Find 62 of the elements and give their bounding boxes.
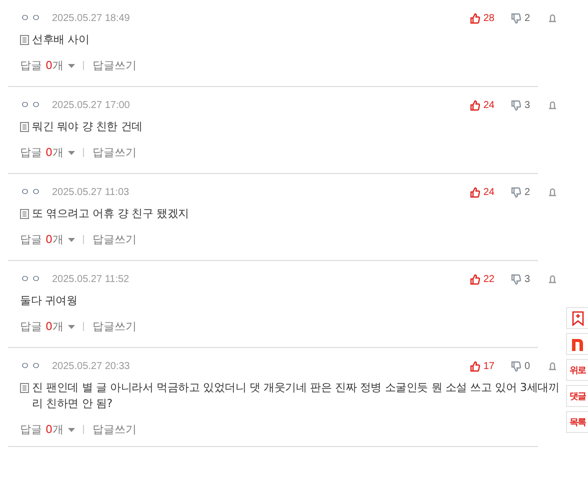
reply-count[interactable]: 답글 0개: [20, 232, 64, 247]
thumbs-down-icon[interactable]: [511, 100, 522, 110]
thumbs-up-icon[interactable]: [470, 12, 480, 24]
thumbs-up-icon[interactable]: [470, 360, 480, 372]
caret-icon[interactable]: [68, 64, 74, 68]
reply-count[interactable]: 답글 0개: [20, 58, 64, 73]
caret-icon[interactable]: [68, 238, 74, 242]
write-reply-link[interactable]: 답글쓰기: [92, 145, 136, 160]
thumbs-down-icon[interactable]: [511, 360, 522, 372]
like-count: 24: [483, 186, 494, 198]
dislike-count: 3: [524, 100, 530, 110]
thumbs-up-icon[interactable]: [470, 274, 480, 284]
logo-icon[interactable]: [571, 338, 584, 350]
bookmark-icon[interactable]: [572, 310, 584, 326]
caret-icon[interactable]: [68, 150, 74, 154]
like-count: 17: [483, 360, 494, 372]
comment-text: 둘다 귀여웡: [20, 293, 78, 309]
siren-icon[interactable]: [548, 100, 557, 110]
thumbs-down-icon[interactable]: [511, 274, 522, 284]
caret-icon[interactable]: [68, 324, 74, 328]
reply-count[interactable]: 답글 0개: [20, 145, 64, 160]
siren-icon[interactable]: [548, 188, 557, 196]
write-reply-link[interactable]: 답글쓰기: [92, 58, 136, 73]
comment-date: 2025.05.27 17:00: [52, 100, 130, 110]
siren-icon[interactable]: [548, 274, 557, 284]
dislike-count: 3: [524, 274, 530, 284]
dislike-count: 0: [524, 360, 530, 372]
write-reply-link[interactable]: 답글쓰기: [92, 319, 136, 334]
comment-text: 뭐긴 뭐야 걍 친한 건데: [32, 119, 142, 135]
author-name: ㅇㅇ: [20, 99, 42, 112]
logo-button[interactable]: [566, 333, 588, 355]
author-name: ㅇㅇ: [20, 360, 42, 373]
thumbs-up-icon[interactable]: [470, 100, 480, 110]
siren-icon[interactable]: [548, 362, 557, 370]
reply-count[interactable]: 답글 0개: [20, 422, 64, 437]
comment-text: 선후배 사이: [32, 32, 90, 48]
comment-date: 2025.05.27 11:52: [52, 274, 130, 284]
like-count: 28: [483, 12, 494, 24]
comment-date: 2025.05.27 20:33: [52, 360, 130, 372]
write-reply-link[interactable]: 답글쓰기: [92, 422, 136, 437]
nav-button[interactable]: 목록: [566, 411, 588, 433]
author-name: ㅇㅇ: [20, 12, 42, 25]
nav-button[interactable]: 위로: [566, 359, 588, 381]
author-name: ㅇㅇ: [20, 186, 42, 199]
like-count: 22: [483, 274, 494, 284]
thumbs-down-icon[interactable]: [511, 12, 522, 24]
thumbs-up-icon[interactable]: [470, 186, 480, 198]
thumbs-down-icon[interactable]: [511, 186, 522, 198]
like-count: 24: [483, 100, 494, 110]
dislike-count: 2: [524, 12, 530, 24]
write-reply-link[interactable]: 답글쓰기: [92, 232, 136, 247]
reply-count[interactable]: 답글 0개: [20, 319, 64, 334]
comment-text: 또 엮으려고 어휴 걍 친구 됐겠지: [32, 206, 189, 222]
comment-text: 진 팬인데 별 글 아니라서 먹금하고 있었더니 댓 개웃기네 판은 진짜 정병 소굴인듯 뭔 소설 쓰고 있어 3세대끼리 친하면 안 됨?: [32, 380, 560, 412]
caret-icon[interactable]: [68, 428, 74, 432]
comment-date: 2025.05.27 11:03: [52, 186, 130, 198]
author-name: ㅇㅇ: [20, 273, 42, 286]
dislike-count: 2: [524, 186, 530, 198]
siren-icon[interactable]: [548, 14, 557, 22]
nav-button[interactable]: 댓글: [566, 385, 588, 407]
comment-date: 2025.05.27 18:49: [52, 12, 130, 24]
bookmark-button[interactable]: [566, 307, 588, 329]
